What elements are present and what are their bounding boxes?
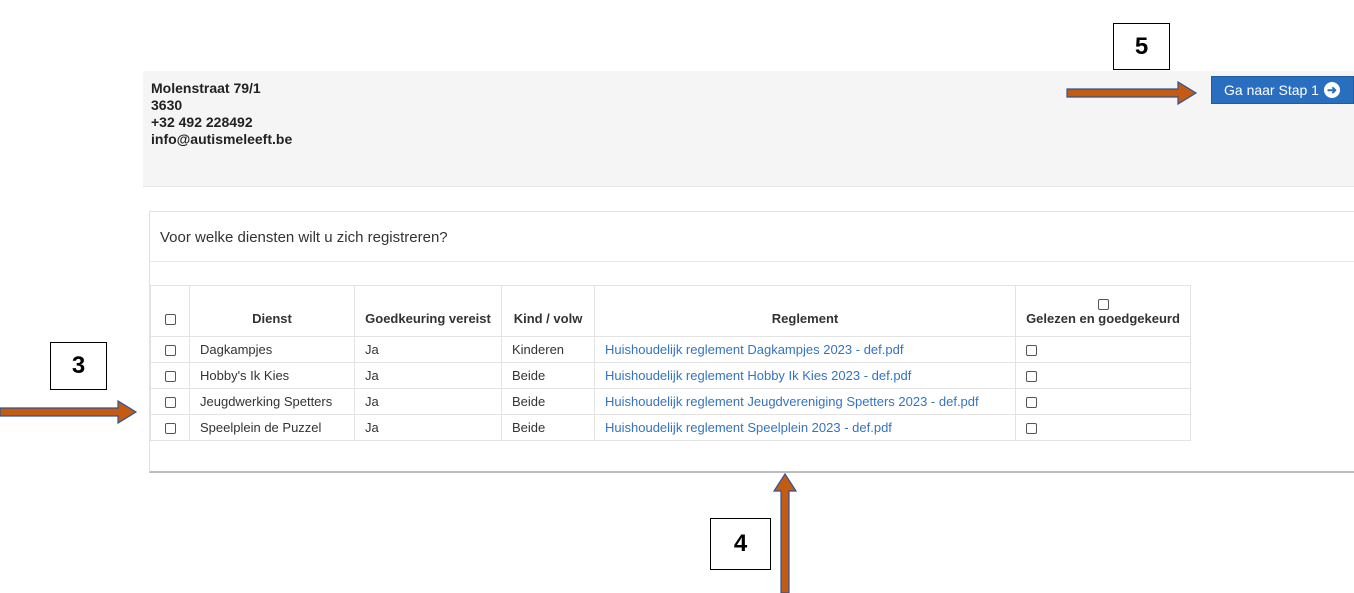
services-question: Voor welke diensten wilt u zich registre… <box>150 212 1354 262</box>
header-kind-volw: Kind / volw <box>501 285 595 337</box>
cell-dienst: Speelplein de Puzzel <box>189 414 355 441</box>
table-row: Dagkampjes Ja Kinderen Huishoudelijk reg… <box>150 336 1191 363</box>
cell-reglement: Huishoudelijk reglement Jeugdvereniging … <box>594 388 1016 415</box>
row-select-cell <box>150 336 190 363</box>
cell-goedkeuring: Ja <box>354 362 502 389</box>
header-goedkeuring: Goedkeuring vereist <box>354 285 502 337</box>
cell-kind-volw: Beide <box>501 388 595 415</box>
cell-gelezen <box>1015 414 1191 441</box>
cell-dienst: Dagkampjes <box>189 336 355 363</box>
services-panel: Voor welke diensten wilt u zich registre… <box>149 211 1354 473</box>
next-step-button[interactable]: Ga naar Stap 1 ➜ <box>1211 76 1354 104</box>
reglement-link[interactable]: Huishoudelijk reglement Hobby Ik Kies 20… <box>605 368 911 383</box>
cell-dienst: Hobby's Ik Kies <box>189 362 355 389</box>
row-select-checkbox[interactable] <box>164 397 176 409</box>
cell-goedkeuring: Ja <box>354 336 502 363</box>
header-dienst: Dienst <box>189 285 355 337</box>
accept-checkbox[interactable] <box>1026 345 1037 357</box>
callout-3: 3 <box>50 342 107 390</box>
cell-kind-volw: Kinderen <box>501 336 595 363</box>
cell-goedkeuring: Ja <box>354 414 502 441</box>
table-row: Speelplein de Puzzel Ja Beide Huishoudel… <box>150 414 1191 441</box>
reglement-link[interactable]: Huishoudelijk reglement Speelplein 2023 … <box>605 420 892 435</box>
row-select-checkbox[interactable] <box>164 423 176 435</box>
annotation-arrow-right-3 <box>0 399 138 425</box>
accept-all-checkbox[interactable] <box>1097 299 1109 310</box>
cell-goedkeuring: Ja <box>354 388 502 415</box>
header-reglement: Reglement <box>594 285 1016 337</box>
cell-kind-volw: Beide <box>501 414 595 441</box>
cell-kind-volw: Beide <box>501 362 595 389</box>
table-row: Jeugdwerking Spetters Ja Beide Huishoude… <box>150 388 1191 415</box>
contact-address: Molenstraat 79/1 3630 +32 492 228492 inf… <box>151 80 292 148</box>
row-select-checkbox[interactable] <box>164 371 176 383</box>
annotation-arrow-up-4 <box>772 472 798 593</box>
callout-4: 4 <box>710 518 771 570</box>
row-select-cell <box>150 414 190 441</box>
table-row: Hobby's Ik Kies Ja Beide Huishoudelijk r… <box>150 362 1191 389</box>
cell-reglement: Huishoudelijk reglement Dagkampjes 2023 … <box>594 336 1016 363</box>
select-all-cell <box>150 285 190 337</box>
header-gelezen: Gelezen en goedgekeurd <box>1015 285 1191 337</box>
accept-checkbox[interactable] <box>1026 423 1037 435</box>
next-step-label: Ga naar Stap 1 <box>1224 82 1319 98</box>
callout-5: 5 <box>1113 23 1170 70</box>
select-all-checkbox[interactable] <box>164 314 176 326</box>
cell-gelezen <box>1015 388 1191 415</box>
reglement-link[interactable]: Huishoudelijk reglement Dagkampjes 2023 … <box>605 342 903 357</box>
accept-checkbox[interactable] <box>1026 397 1037 409</box>
arrow-circle-right-icon: ➜ <box>1323 82 1340 98</box>
header-gelezen-label: Gelezen en goedgekeurd <box>1026 311 1180 326</box>
cell-gelezen <box>1015 336 1191 363</box>
accept-checkbox[interactable] <box>1026 371 1037 383</box>
row-select-cell <box>150 388 190 415</box>
annotation-arrow-right-5 <box>1066 80 1198 106</box>
row-select-cell <box>150 362 190 389</box>
cell-reglement: Huishoudelijk reglement Hobby Ik Kies 20… <box>594 362 1016 389</box>
contact-postcode: 3630 <box>151 97 183 113</box>
services-table: Dienst Goedkeuring vereist Kind / volw R… <box>150 285 1191 441</box>
reglement-link[interactable]: Huishoudelijk reglement Jeugdvereniging … <box>605 394 979 409</box>
cell-gelezen <box>1015 362 1191 389</box>
row-select-checkbox[interactable] <box>164 345 176 357</box>
table-header-row: Dienst Goedkeuring vereist Kind / volw R… <box>150 285 1191 337</box>
contact-street: Molenstraat 79/1 <box>151 80 261 96</box>
cell-reglement: Huishoudelijk reglement Speelplein 2023 … <box>594 414 1016 441</box>
contact-phone: +32 492 228492 <box>151 114 253 130</box>
contact-email: info@autismeleeft.be <box>151 131 293 147</box>
cell-dienst: Jeugdwerking Spetters <box>189 388 355 415</box>
